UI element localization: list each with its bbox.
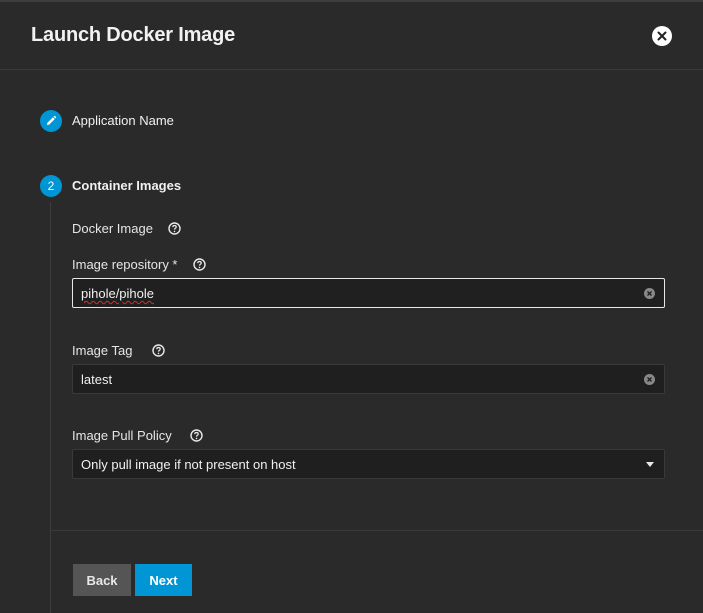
image-pull-policy-select[interactable]: Only pull image if not present on host xyxy=(72,449,665,479)
step-1-label[interactable]: Application Name xyxy=(72,113,174,128)
close-icon xyxy=(657,31,667,41)
next-button[interactable]: Next xyxy=(135,564,192,596)
back-button[interactable]: Back xyxy=(73,564,131,596)
pencil-icon xyxy=(47,115,57,125)
image-tag-help-icon[interactable] xyxy=(152,344,165,357)
step-2-marker[interactable]: 2 xyxy=(40,175,62,197)
image-pull-policy-help-icon[interactable] xyxy=(190,429,203,442)
chevron-down-icon xyxy=(646,462,654,467)
step-2-label[interactable]: Container Images xyxy=(72,178,181,193)
image-pull-policy-label: Image Pull Policy xyxy=(72,428,172,443)
clear-tag-icon[interactable] xyxy=(644,374,655,385)
image-repository-help-icon[interactable] xyxy=(193,258,206,271)
dialog-title: Launch Docker Image xyxy=(31,24,236,46)
image-tag-label: Image Tag xyxy=(72,343,133,358)
step-1-marker[interactable] xyxy=(40,110,62,132)
image-pull-policy-value: Only pull image if not present on host xyxy=(81,457,296,472)
docker-image-help-icon[interactable] xyxy=(168,222,181,235)
close-button[interactable] xyxy=(652,26,672,46)
image-repository-value: pihole/pihole xyxy=(81,286,155,301)
image-tag-input[interactable]: latest xyxy=(72,364,665,394)
docker-image-section-label: Docker Image xyxy=(72,221,153,236)
stepper-connector-line xyxy=(50,202,51,613)
clear-repository-icon[interactable] xyxy=(644,288,655,299)
actions-divider xyxy=(51,530,703,531)
launch-docker-image-dialog: Launch Docker Image Application Name 2 C… xyxy=(0,0,703,613)
image-tag-value: latest xyxy=(81,372,113,387)
dialog-header: Launch Docker Image xyxy=(0,2,703,70)
image-repository-label: Image repository * xyxy=(72,257,178,272)
image-repository-input[interactable]: pihole/pihole xyxy=(72,278,665,308)
